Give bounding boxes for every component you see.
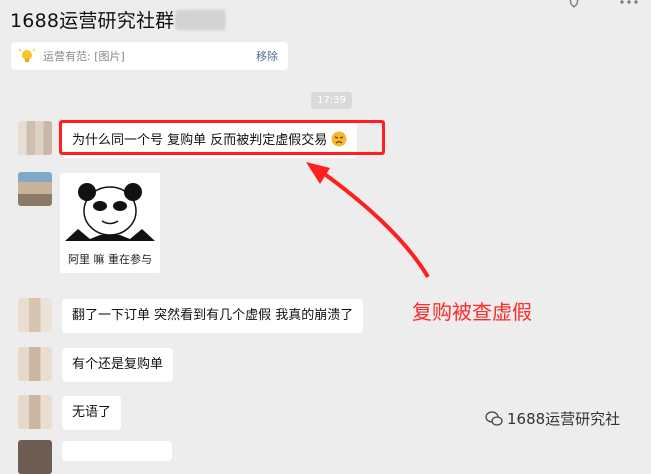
annotation-text: 复购被查虚假 (412, 300, 532, 324)
wechat-logo-icon (485, 410, 503, 426)
avatar[interactable] (18, 347, 52, 381)
partial-message-bubble[interactable] (62, 441, 172, 461)
message-text: 翻了一下订单 突然看到有几个虚假 我真的崩溃了 (72, 308, 354, 323)
avatar[interactable] (18, 298, 52, 332)
message-timestamp: 17:39 (311, 92, 352, 109)
watermark: 1688运营研究社 (485, 408, 620, 429)
pinned-message-bar[interactable]: 运营有范: [图片] 移除 (11, 42, 288, 70)
panda-meme-sticker[interactable]: 阿里 嘛 重在参与 (60, 173, 160, 273)
sticker-caption: 阿里 嘛 重在参与 (68, 253, 152, 266)
avatar[interactable] (18, 121, 52, 155)
panda-face-icon (65, 183, 155, 241)
message-text: 有个还是复购单 (72, 357, 164, 372)
chat-title: 1688运营研究社群 (10, 10, 175, 32)
remove-pinned-link[interactable]: 移除 (256, 48, 278, 64)
message-bubble[interactable]: 翻了一下订单 突然看到有几个虚假 我真的崩溃了 (62, 299, 364, 333)
pinned-message-text: 运营有范: [图片] (43, 50, 125, 63)
red-highlight-box (59, 120, 385, 155)
message-text: 无语了 (72, 405, 112, 420)
lightbulb-icon (19, 48, 35, 62)
message-bubble[interactable]: 无语了 (62, 396, 122, 430)
blurred-title-suffix-2 (185, 10, 225, 30)
avatar[interactable] (18, 395, 52, 429)
avatar[interactable] (18, 440, 52, 474)
watermark-text: 1688运营研究社 (507, 410, 621, 428)
avatar[interactable] (18, 172, 52, 206)
more-options-icon[interactable] (618, 0, 640, 12)
pin-icon[interactable] (565, 0, 583, 12)
message-bubble[interactable]: 有个还是复购单 (62, 348, 174, 382)
